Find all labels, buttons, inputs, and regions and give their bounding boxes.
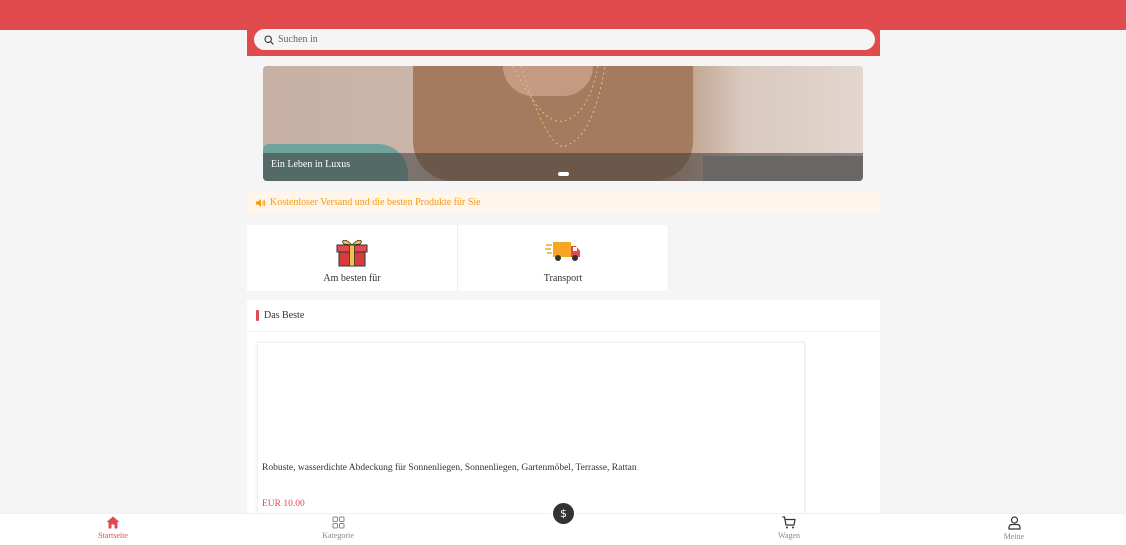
- category-label: Am besten für: [323, 273, 381, 284]
- gift-icon: [336, 239, 368, 267]
- tab-label: Startseite: [98, 531, 128, 540]
- grid-icon: [332, 516, 344, 529]
- tab-label: Wagen: [777, 531, 800, 540]
- notice-bar: Kostenloser Versand und die besten Produ…: [247, 192, 880, 213]
- section-header: Das Beste: [247, 300, 880, 332]
- section-accent-bar: [256, 310, 259, 321]
- product-price: EUR 10.00: [262, 499, 305, 509]
- banner-caption-bar: Ein Leben in Luxus: [263, 153, 863, 181]
- cart-icon: [782, 516, 796, 529]
- currency-button[interactable]: $: [553, 503, 574, 524]
- delivery-truck-icon: [545, 242, 580, 261]
- tab-cart[interactable]: Wagen: [749, 516, 829, 540]
- notice-text: Kostenloser Versand und die besten Produ…: [270, 197, 481, 208]
- section-title: Das Beste: [264, 310, 305, 321]
- product-name: Robuste, wasserdichte Abdeckung für Sonn…: [262, 463, 637, 473]
- banner-carousel[interactable]: Ein Leben in Luxus: [263, 66, 863, 181]
- best-products-section: Das Beste Robuste, wasserdichte Abdeckun…: [247, 300, 880, 517]
- speaker-icon: [256, 198, 266, 207]
- tab-label: Kategorie: [322, 531, 354, 540]
- carousel-indicator-dot[interactable]: [558, 172, 569, 176]
- category-item-transport[interactable]: Transport: [458, 225, 668, 291]
- search-placeholder: Suchen in: [278, 34, 318, 45]
- dollar-icon: $: [560, 507, 567, 520]
- tab-profile[interactable]: Meine: [974, 516, 1054, 541]
- category-shortcuts: Am besten für Transport: [247, 225, 669, 291]
- category-item-best-for[interactable]: Am besten für: [247, 225, 457, 291]
- banner-section: Ein Leben in Luxus: [247, 56, 880, 190]
- banner-image-necklace: [512, 66, 606, 147]
- banner-caption: Ein Leben in Luxus: [271, 159, 351, 170]
- tab-label: Meine: [1003, 532, 1025, 541]
- tab-home[interactable]: Startseite: [73, 516, 153, 540]
- category-label: Transport: [543, 273, 583, 284]
- home-icon: [106, 516, 120, 529]
- tab-category[interactable]: Kategorie: [298, 516, 378, 540]
- user-icon: [1007, 516, 1021, 530]
- search-input[interactable]: Suchen in: [254, 29, 875, 50]
- search-bar-container: Suchen in: [247, 22, 880, 56]
- product-card[interactable]: Robuste, wasserdichte Abdeckung für Sonn…: [257, 342, 805, 517]
- search-icon: [264, 34, 274, 45]
